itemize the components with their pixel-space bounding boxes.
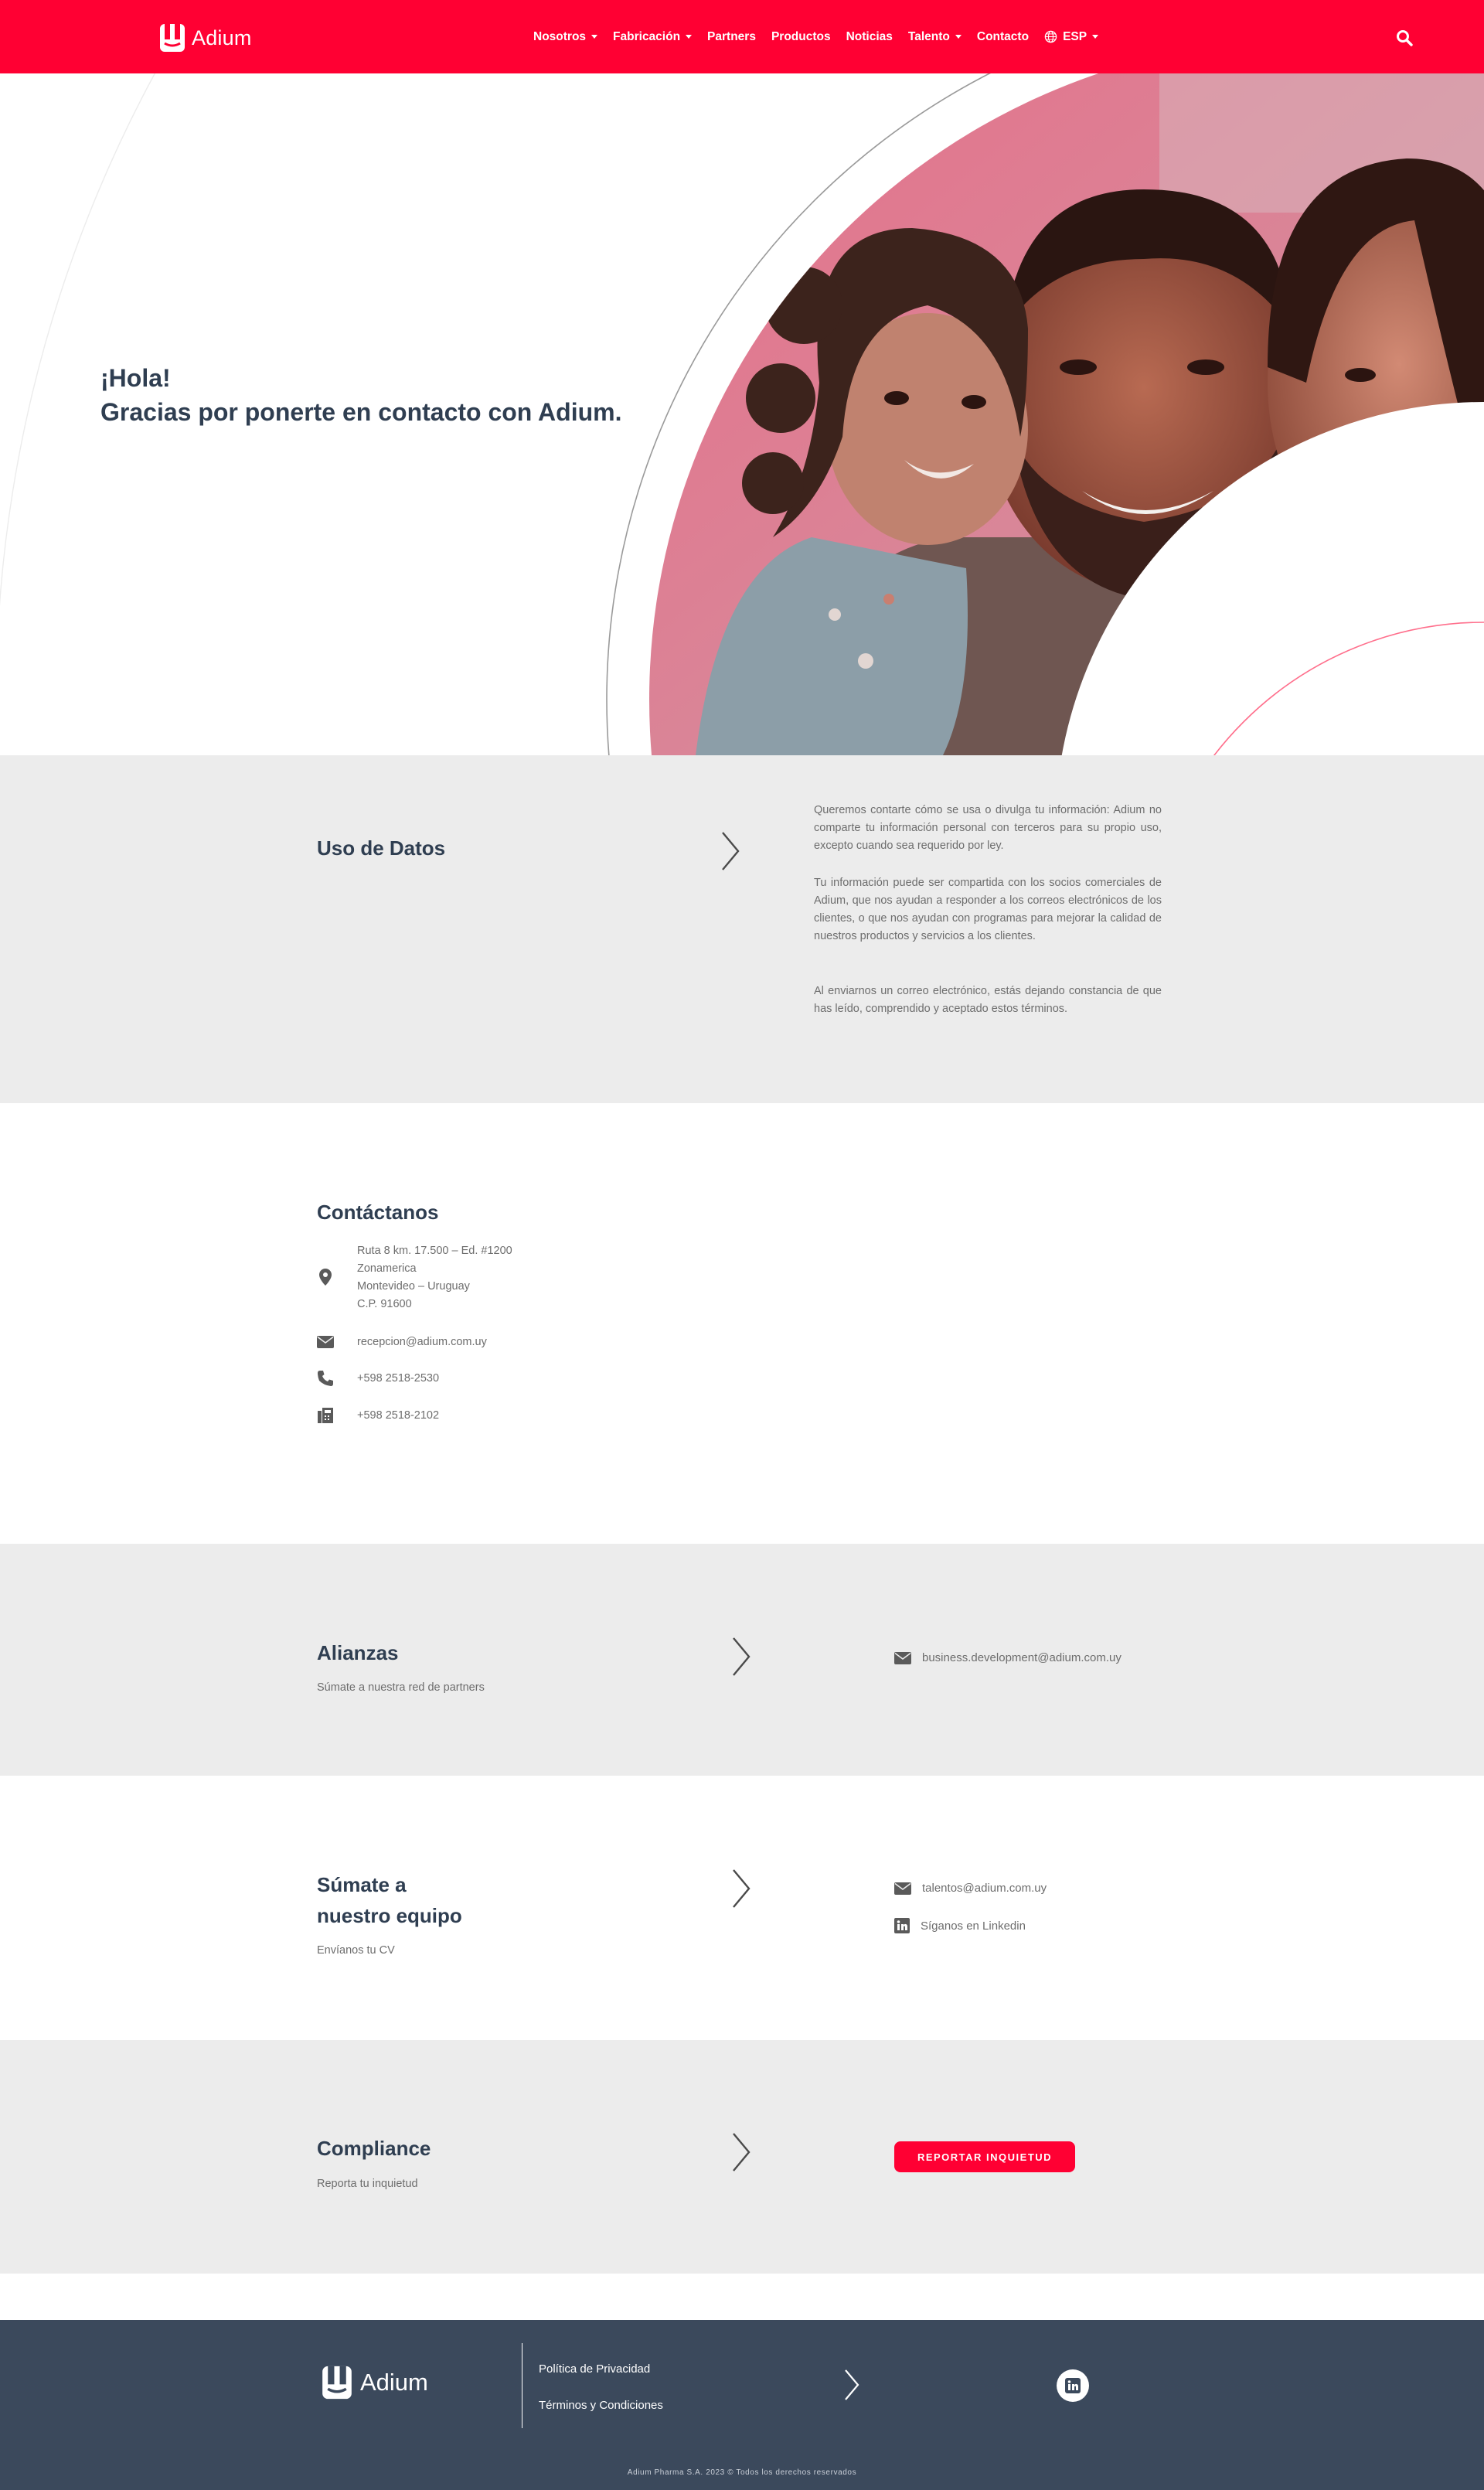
- alliances-email[interactable]: business.development@adium.com.uy: [894, 1651, 1122, 1664]
- adium-logo-icon: [160, 24, 185, 52]
- careers-email-link[interactable]: talentos@adium.com.uy: [922, 1882, 1047, 1895]
- data-use-paragraph-3: Al enviarnos un correo electrónico, está…: [814, 985, 1162, 1015]
- footer-logo[interactable]: Adium: [322, 2365, 428, 2400]
- copyright-text: Adium Pharma S.A. 2023 © Todos los derec…: [627, 2468, 857, 2477]
- chevron-right-icon: [733, 2133, 751, 2172]
- nav-label: Talento: [907, 29, 950, 43]
- hero-thanks: Gracias por ponerte en contacto con Adiu…: [100, 398, 622, 426]
- globe-icon: [1044, 30, 1057, 43]
- chevron-right-icon: [733, 1637, 751, 1676]
- careers-title: Súmate a nuestro equipo: [317, 1869, 462, 1931]
- linkedin-icon: [1065, 2378, 1081, 2393]
- main-nav: Nosotros Fabricación Partners Productos …: [533, 0, 1099, 73]
- alliances-subtitle: Súmate a nuestra red de partners: [317, 1681, 485, 1694]
- address-line: Zonamerica: [357, 1262, 417, 1275]
- site-footer: Adium Política de Privacidad Términos y …: [0, 2320, 1484, 2490]
- data-use-section: [0, 755, 1484, 1103]
- contact-title: Contáctanos: [317, 1201, 439, 1224]
- footer-brand-name: Adium: [360, 2369, 428, 2396]
- linkedin-link[interactable]: Síganos en Linkedin: [921, 1919, 1026, 1933]
- caret-down-icon: [591, 35, 598, 39]
- phone-number[interactable]: +598 2518-2530: [357, 1370, 439, 1388]
- caret-down-icon: [1092, 35, 1099, 39]
- page: Adium Nosotros Fabricación Partners Prod…: [0, 0, 1484, 2490]
- chevron-right-icon: [722, 832, 740, 870]
- contact-phone[interactable]: +598 2518-2530: [317, 1370, 439, 1388]
- careers-title-line1: Súmate a: [317, 1873, 407, 1896]
- nav-label: Partners: [707, 29, 756, 43]
- nav-item-talento[interactable]: Talento: [908, 30, 962, 44]
- careers-title-line2: nuestro equipo: [317, 1904, 462, 1927]
- hero-heading: ¡Hola! Gracias por ponerte en contacto c…: [100, 361, 642, 429]
- contact-fax: +598 2518-2102: [317, 1407, 439, 1425]
- caret-down-icon: [955, 35, 962, 39]
- compliance-subtitle: Reporta tu inquietud: [317, 2178, 418, 2190]
- nav-item-contacto[interactable]: Contacto: [977, 30, 1029, 44]
- email-link[interactable]: recepcion@adium.com.uy: [357, 1334, 487, 1351]
- fax-icon: [317, 1407, 334, 1424]
- compliance-title: Compliance: [317, 2137, 431, 2160]
- alliances-email-link[interactable]: business.development@adium.com.uy: [922, 1651, 1122, 1664]
- careers-subtitle: Envíanos tu CV: [317, 1944, 395, 1957]
- nav-label: Noticias: [846, 29, 893, 43]
- nav-item-nosotros[interactable]: Nosotros: [533, 29, 598, 44]
- language-label: ESP: [1063, 29, 1087, 43]
- contact-section: [0, 1103, 1484, 1544]
- nav-item-partners[interactable]: Partners: [707, 30, 756, 44]
- nav-label: Nosotros: [533, 29, 587, 43]
- nav-item-fabricacion[interactable]: Fabricación: [613, 29, 693, 44]
- hero-section: ¡Hola! Gracias por ponerte en contacto c…: [0, 73, 1484, 755]
- footer-linkedin-button[interactable]: [1057, 2369, 1089, 2402]
- data-use-paragraph-2: Tu información puede ser compartida con …: [814, 877, 1162, 942]
- brand-logo[interactable]: Adium: [159, 23, 252, 53]
- language-selector[interactable]: ESP: [1044, 29, 1099, 44]
- adium-logo-icon: [322, 2366, 352, 2400]
- brand-name: Adium: [192, 26, 252, 49]
- hero-greeting: ¡Hola!: [100, 364, 171, 392]
- envelope-icon: [317, 1334, 334, 1351]
- address-line: Ruta 8 km. 17.500 – Ed. #1200: [357, 1245, 512, 1257]
- site-header: Adium Nosotros Fabricación Partners Prod…: [0, 0, 1484, 73]
- nav-label: Productos: [771, 29, 831, 43]
- caret-down-icon: [686, 35, 693, 39]
- address-lines: Ruta 8 km. 17.500 – Ed. #1200 Zonamerica…: [357, 1242, 512, 1313]
- linkedin-icon: [894, 1918, 910, 1933]
- fax-number: +598 2518-2102: [357, 1409, 440, 1422]
- terms-link[interactable]: Términos y Condiciones: [539, 2399, 663, 2412]
- contact-email[interactable]: recepcion@adium.com.uy: [317, 1334, 487, 1351]
- address-line: Montevideo – Uruguay: [357, 1280, 470, 1293]
- nav-label: Fabricación: [613, 29, 681, 43]
- nav-label: Contacto: [976, 29, 1030, 43]
- careers-email[interactable]: talentos@adium.com.uy: [894, 1882, 1047, 1895]
- address-line: C.P. 91600: [357, 1298, 412, 1310]
- alliances-title: Alianzas: [317, 1641, 399, 1664]
- privacy-policy-link[interactable]: Política de Privacidad: [539, 2362, 650, 2376]
- contact-address: Ruta 8 km. 17.500 – Ed. #1200 Zonamerica…: [317, 1242, 512, 1313]
- envelope-icon: [894, 1651, 911, 1664]
- data-use-paragraph-1: Queremos contarte cómo se usa o divulga …: [814, 804, 1162, 852]
- report-concern-button[interactable]: REPORTAR INQUIETUD: [894, 2141, 1075, 2172]
- search-icon[interactable]: [1396, 29, 1413, 46]
- nav-item-productos[interactable]: Productos: [771, 30, 831, 44]
- chevron-right-icon: [733, 1869, 751, 1908]
- data-use-title: Uso de Datos: [317, 836, 446, 860]
- chevron-right-icon: [845, 2369, 859, 2400]
- careers-linkedin[interactable]: Síganos en Linkedin: [894, 1918, 1026, 1933]
- envelope-icon: [894, 1882, 911, 1895]
- nav-item-noticias[interactable]: Noticias: [846, 30, 893, 44]
- phone-icon: [317, 1370, 334, 1387]
- location-pin-icon: [317, 1269, 334, 1286]
